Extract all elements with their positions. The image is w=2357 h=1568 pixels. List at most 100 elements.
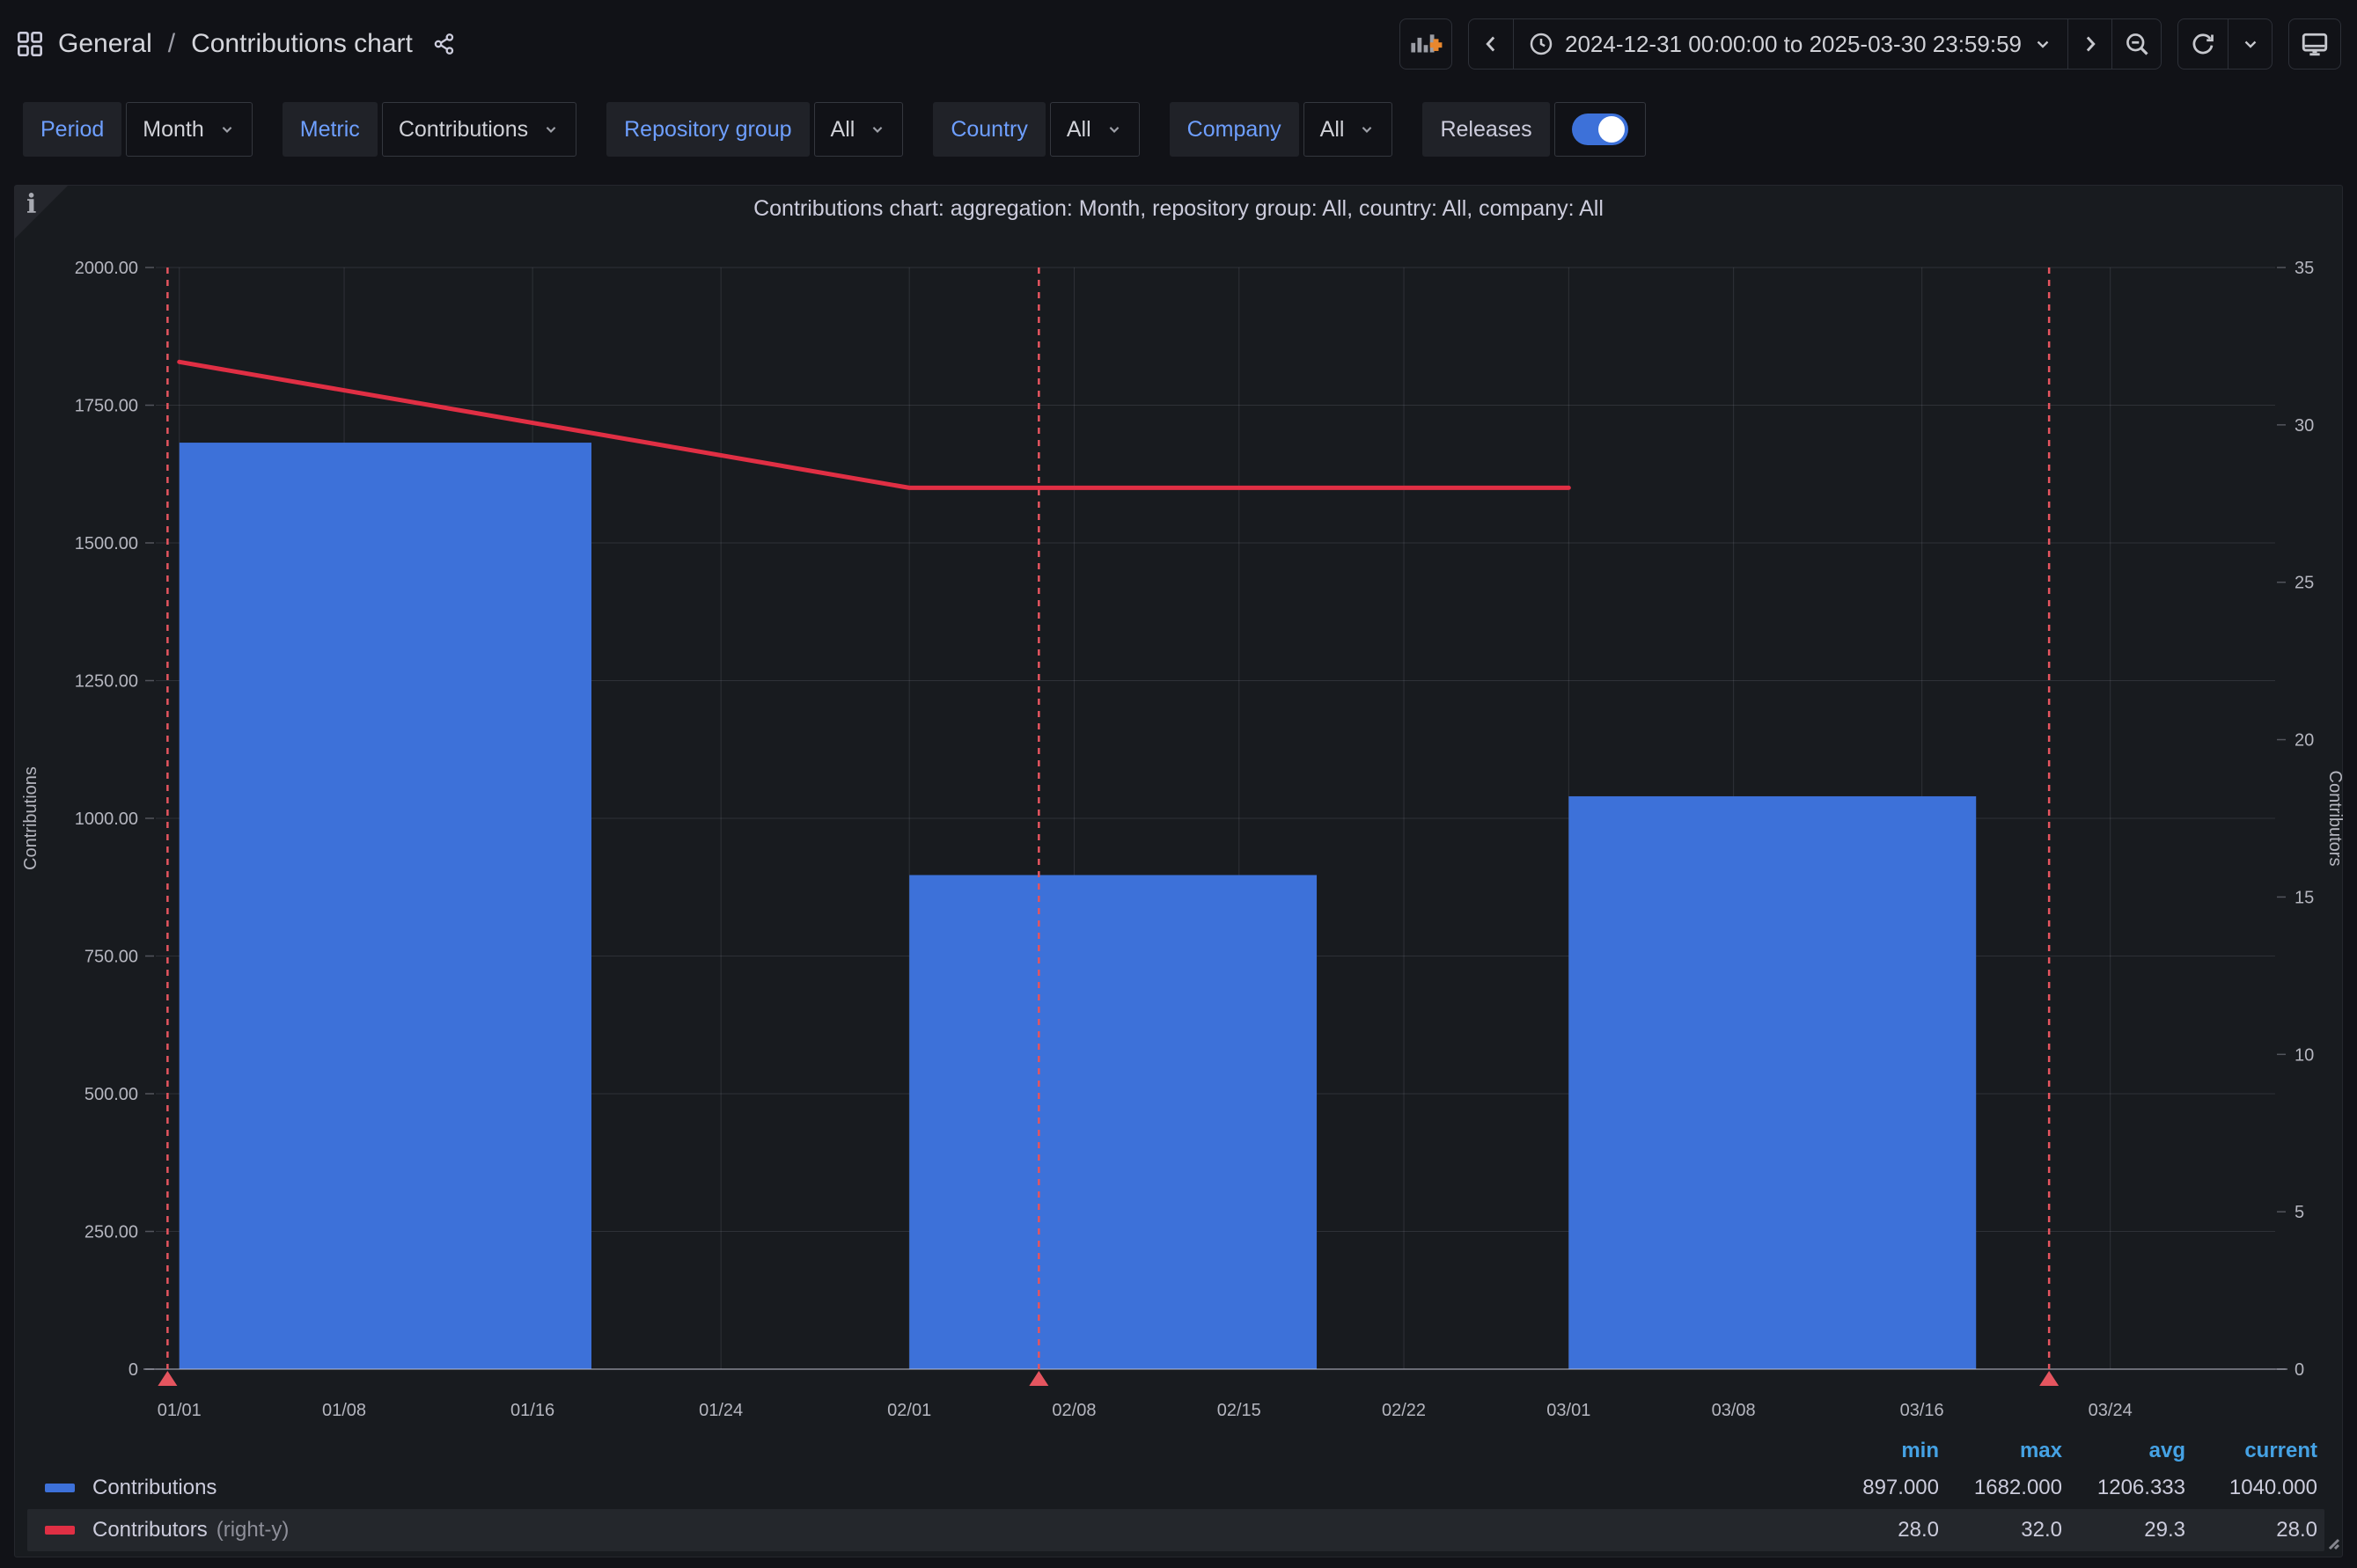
series-bars-contributions xyxy=(180,443,1976,1369)
svg-text:1000.00: 1000.00 xyxy=(75,810,138,829)
monitor-icon xyxy=(2300,29,2330,59)
svg-text:10: 10 xyxy=(2295,1045,2314,1065)
metric-label: Metric xyxy=(283,102,378,157)
chevron-down-icon xyxy=(1105,121,1123,138)
company-value: All xyxy=(1320,117,1345,143)
svg-text:500.00: 500.00 xyxy=(84,1085,138,1104)
legend-stat-min: 28.0 xyxy=(1816,1518,1939,1542)
legend-stat-min: 897.000 xyxy=(1816,1476,1939,1500)
svg-text:5: 5 xyxy=(2295,1203,2304,1222)
chevron-down-icon xyxy=(218,121,236,138)
svg-text:1750.00: 1750.00 xyxy=(75,397,138,416)
clock-icon xyxy=(1528,31,1554,57)
svg-text:02/22: 02/22 xyxy=(1382,1401,1426,1420)
time-shift-forward-button[interactable] xyxy=(2067,19,2111,69)
company-label: Company xyxy=(1170,102,1299,157)
legend-stat-avg: 1206.333 xyxy=(2062,1476,2185,1500)
legend-series-name[interactable]: Contributions xyxy=(92,1476,217,1500)
legend-stat-header-current[interactable]: current xyxy=(2185,1439,2317,1463)
chevron-down-icon xyxy=(1358,121,1376,138)
legend-stat-current: 28.0 xyxy=(2185,1518,2317,1542)
svg-text:01/16: 01/16 xyxy=(510,1401,554,1420)
svg-text:15: 15 xyxy=(2295,888,2314,907)
variable-metric: Metric Contributions xyxy=(283,102,576,157)
svg-text:03/08: 03/08 xyxy=(1712,1401,1756,1420)
legend-series-axis-note: (right-y) xyxy=(217,1518,290,1542)
variable-company: Company All xyxy=(1170,102,1393,157)
panel-title[interactable]: Contributions chart: aggregation: Month,… xyxy=(15,196,2342,222)
chevron-down-icon xyxy=(2240,33,2261,55)
breadcrumb: General / Contributions chart xyxy=(16,29,457,59)
svg-text:1250.00: 1250.00 xyxy=(75,672,138,692)
svg-text:35: 35 xyxy=(2295,259,2314,278)
refresh-controls xyxy=(2177,18,2273,70)
country-label: Country xyxy=(933,102,1046,157)
chevron-down-icon xyxy=(542,121,560,138)
top-nav-bar: General / Contributions chart xyxy=(0,0,2357,88)
chevron-down-icon xyxy=(869,121,886,138)
toggle-knob xyxy=(1598,116,1625,143)
dashboard-root: General / Contributions chart xyxy=(0,0,2357,1568)
metric-value: Contributions xyxy=(399,117,528,143)
add-panel-button[interactable] xyxy=(1399,18,1452,70)
repository-group-dropdown[interactable]: All xyxy=(814,102,904,157)
kiosk-mode-button[interactable] xyxy=(2288,18,2341,70)
legend-stat-avg: 29.3 xyxy=(2062,1518,2185,1542)
variable-repository-group: Repository group All xyxy=(606,102,903,157)
period-dropdown[interactable]: Month xyxy=(126,102,252,157)
release-marker-triangle xyxy=(158,1371,177,1386)
svg-text:0: 0 xyxy=(128,1360,138,1380)
svg-text:02/15: 02/15 xyxy=(1217,1401,1261,1420)
refresh-interval-dropdown[interactable] xyxy=(2228,19,2272,69)
company-dropdown[interactable]: All xyxy=(1303,102,1393,157)
add-panel-icon xyxy=(1409,31,1443,57)
country-dropdown[interactable]: All xyxy=(1050,102,1140,157)
right-axis-title: Contributors xyxy=(2325,771,2344,867)
time-range-picker[interactable]: 2024-12-31 00:00:00 to 2025-03-30 23:59:… xyxy=(1513,19,2067,69)
svg-text:750.00: 750.00 xyxy=(84,948,138,967)
left-axis-title: Contributions xyxy=(21,766,40,870)
svg-text:02/01: 02/01 xyxy=(887,1401,931,1420)
svg-text:01/01: 01/01 xyxy=(158,1401,202,1420)
legend-series-name[interactable]: Contributors xyxy=(92,1518,208,1542)
chevron-left-icon xyxy=(1478,31,1504,57)
panel-resize-handle[interactable] xyxy=(2323,1533,2340,1555)
repository-group-value: All xyxy=(831,117,855,143)
refresh-icon xyxy=(2190,31,2216,57)
svg-text:20: 20 xyxy=(2295,731,2314,751)
right-axis-ticks: 35302520151050 xyxy=(2277,259,2314,1380)
legend-row-contributions: Contributions 897.000 1682.000 1206.333 … xyxy=(27,1467,2324,1509)
releases-toggle[interactable] xyxy=(1554,102,1646,157)
legend-stat-header-avg[interactable]: avg xyxy=(2062,1439,2185,1463)
share-icon[interactable] xyxy=(432,32,457,56)
breadcrumb-section[interactable]: General xyxy=(58,29,152,59)
dashboard-variables-row: Period Month Metric Contributions Reposi… xyxy=(0,88,2357,171)
time-range-controls: 2024-12-31 00:00:00 to 2025-03-30 23:59:… xyxy=(1468,18,2162,70)
legend-stat-header-min[interactable]: min xyxy=(1816,1439,1939,1463)
toggle-pill xyxy=(1572,114,1628,145)
dashboards-grid-icon[interactable] xyxy=(16,30,44,58)
country-value: All xyxy=(1067,117,1091,143)
refresh-button[interactable] xyxy=(2178,19,2228,69)
bar-february xyxy=(909,875,1317,1369)
bar-january xyxy=(180,443,591,1369)
release-marker-triangle xyxy=(1029,1371,1048,1386)
bar-march xyxy=(1568,796,1976,1369)
time-range-text: 2024-12-31 00:00:00 to 2025-03-30 23:59:… xyxy=(1565,31,2022,58)
breadcrumb-page-title: Contributions chart xyxy=(191,29,413,59)
svg-text:02/08: 02/08 xyxy=(1052,1401,1096,1420)
legend-stat-max: 1682.000 xyxy=(1939,1476,2062,1500)
metric-dropdown[interactable]: Contributions xyxy=(382,102,576,157)
x-axis-ticks: 01/0101/0801/1601/2402/0102/0802/1502/22… xyxy=(158,1401,2133,1420)
repository-group-label: Repository group xyxy=(606,102,809,157)
series-swatch-contributions xyxy=(45,1484,75,1492)
variable-releases: Releases xyxy=(1422,102,1645,157)
svg-text:1500.00: 1500.00 xyxy=(75,534,138,553)
legend-stat-header-max[interactable]: max xyxy=(1939,1439,2062,1463)
chart-legend: min max avg current Contributions 897.00… xyxy=(27,1435,2324,1551)
contributions-chart-panel: i Contributions chart: aggregation: Mont… xyxy=(14,185,2343,1557)
period-label: Period xyxy=(23,102,121,157)
legend-stat-headers: min max avg current xyxy=(27,1435,2324,1467)
zoom-out-button[interactable] xyxy=(2111,19,2161,69)
time-shift-back-button[interactable] xyxy=(1469,19,1513,69)
